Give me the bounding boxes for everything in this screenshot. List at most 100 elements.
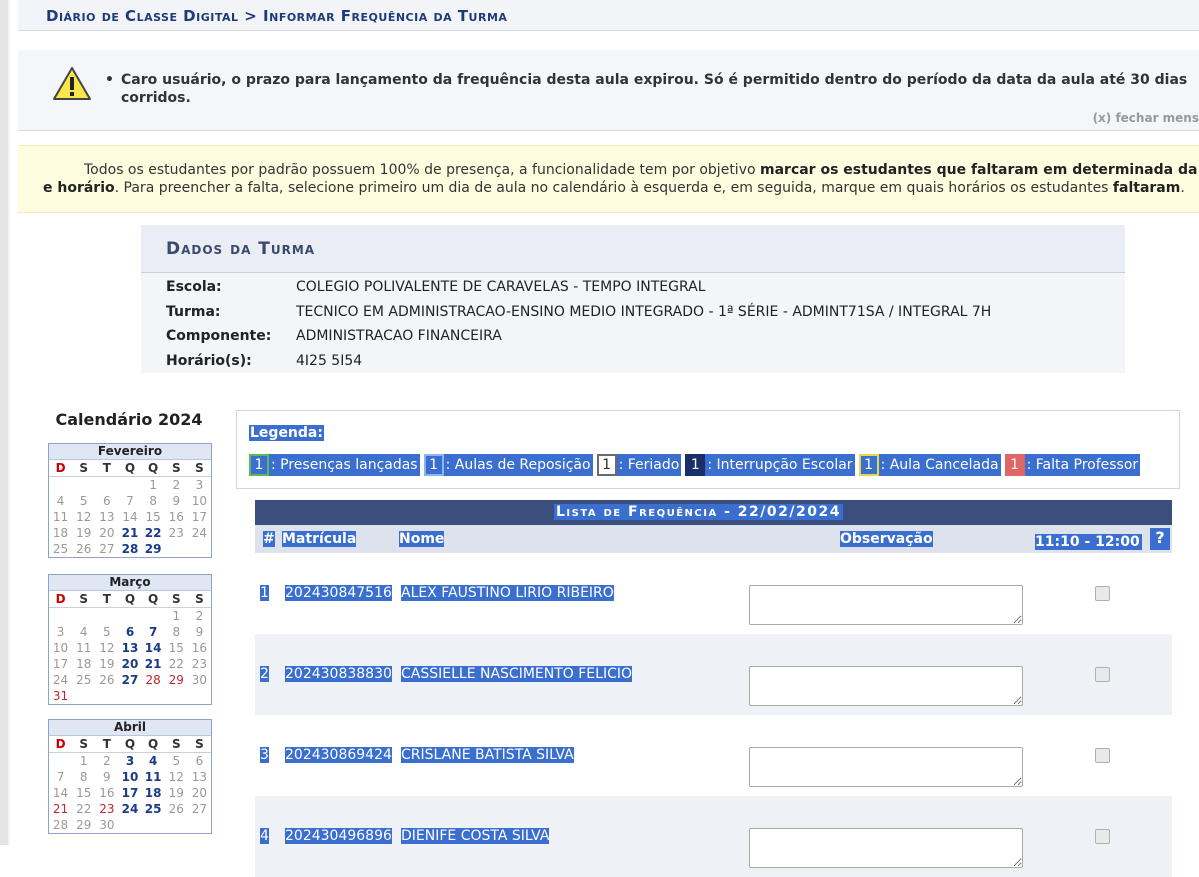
calendar-day: 16: [191, 641, 208, 655]
calendar-day[interactable]: 18: [142, 785, 165, 801]
calendar-day[interactable]: 21: [142, 656, 165, 672]
close-message-link[interactable]: (x) fechar mens: [1093, 111, 1199, 125]
table-row: 3 202430869424 CRISLANE BATISTA SILVA: [255, 715, 1172, 796]
absence-checkbox[interactable]: [1095, 586, 1110, 601]
observation-input[interactable]: [749, 747, 1023, 787]
col-registration: Matrícula: [282, 531, 357, 547]
observation-input[interactable]: [749, 666, 1023, 706]
calendar-day[interactable]: 17: [118, 785, 141, 801]
calendar-day[interactable]: 29: [142, 541, 165, 557]
info-bold: marcar os estudantes que faltaram em det…: [760, 162, 1198, 178]
calendar-empty-cell: [188, 688, 211, 704]
legend-swatch-feriado: 1: [596, 454, 617, 476]
calendar-day: 25: [52, 542, 69, 556]
calendar-day[interactable]: 24: [118, 801, 141, 817]
absence-checkbox[interactable]: [1095, 667, 1110, 682]
observation-input[interactable]: [749, 828, 1023, 868]
calendar-day: 28: [52, 818, 69, 832]
calendar-day[interactable]: 27: [118, 672, 141, 688]
student-registration: 202430496896: [285, 828, 392, 844]
calendar-empty-cell: [49, 477, 72, 494]
calendar-day: 25: [76, 673, 92, 687]
calendar-day[interactable]: 3: [118, 753, 141, 770]
student-name: ALEX FAUSTINO LIRIO RIBEIRO: [401, 585, 614, 601]
calendar-day[interactable]: 28: [142, 672, 165, 688]
calendar-day[interactable]: 21: [118, 525, 141, 541]
calendar-day: 4: [79, 625, 88, 639]
legend-label: : Aulas de Reposição: [443, 454, 593, 476]
field-label: Horário(s):: [166, 353, 252, 369]
student-registration: 202430869424: [285, 747, 392, 763]
legend-swatch-presencas: 1: [249, 454, 269, 476]
calendar-day[interactable]: 6: [118, 624, 141, 640]
calendar-weekday: S: [187, 591, 211, 608]
calendar-empty-cell: [118, 688, 141, 704]
calendar-day: 22: [168, 657, 184, 671]
calendar-day: 16: [168, 510, 184, 524]
calendar-day: 19: [99, 657, 115, 671]
calendar-day: 8: [79, 770, 88, 784]
calendar-weekday: T: [95, 736, 119, 753]
calendar-day: 26: [168, 802, 184, 816]
absence-checkbox[interactable]: [1095, 748, 1110, 763]
calendar-empty-cell: [118, 477, 141, 494]
col-number: #: [263, 531, 275, 547]
calendar-month-name: Março: [49, 575, 211, 591]
field-label: Turma:: [166, 304, 221, 320]
attendance-column-headers: # Matrícula Nome Observação 11:10 - 12:0…: [255, 525, 1172, 553]
calendar-empty-cell: [72, 477, 95, 494]
calendar-day[interactable]: 29: [165, 672, 188, 688]
breadcrumb: Diário de Classe Digital > Informar Freq…: [18, 0, 1199, 31]
calendar-day[interactable]: 4: [142, 753, 165, 770]
calendar-day: 23: [168, 526, 184, 540]
calendar-day[interactable]: 14: [142, 640, 165, 656]
help-icon[interactable]: ?: [1150, 528, 1170, 550]
calendar-day[interactable]: 31: [49, 688, 72, 704]
observation-input[interactable]: [749, 585, 1023, 625]
calendar-empty-cell: [142, 688, 165, 704]
calendar-day[interactable]: 21: [49, 801, 72, 817]
calendar-day: 10: [191, 494, 208, 508]
calendar-day[interactable]: 11: [142, 769, 165, 785]
calendar-day[interactable]: 13: [118, 640, 141, 656]
calendar-day: 27: [99, 542, 115, 556]
calendar-weekday: D: [49, 460, 73, 477]
calendar-day[interactable]: 7: [142, 624, 165, 640]
calendar-weekday: S: [72, 460, 96, 477]
calendar-day: 14: [122, 510, 138, 524]
calendar-day: 14: [52, 786, 69, 800]
calendar-day[interactable]: 25: [142, 801, 165, 817]
calendar-empty-cell: [165, 541, 188, 557]
calendar-empty-cell: [142, 817, 165, 833]
calendar-day: 11: [76, 641, 92, 655]
legend-label: : Feriado: [616, 454, 682, 476]
class-data-title: Dados da Turma: [166, 239, 316, 259]
student-number: 1: [260, 585, 269, 601]
calendar-day: 6: [103, 494, 111, 508]
student-registration: 202430847516: [285, 585, 392, 601]
class-data-header: Dados da Turma: [141, 225, 1125, 273]
breadcrumb-text: Diário de Classe Digital > Informar Freq…: [46, 7, 508, 25]
calendar-day[interactable]: 10: [118, 769, 141, 785]
calendar-day: 9: [172, 494, 181, 508]
calendar-day[interactable]: 23: [95, 801, 118, 817]
col-observation: Observação: [840, 531, 933, 547]
info-panel: Todos os estudantes por padrão possuem 1…: [18, 145, 1199, 213]
calendar-day: 3: [195, 478, 204, 492]
field-value: ADMINISTRACAO FINANCEIRA: [296, 328, 502, 344]
calendar-day[interactable]: 22: [142, 525, 165, 541]
calendar-day: 24: [52, 673, 69, 687]
calendar-day: 1: [172, 609, 181, 623]
calendar-day[interactable]: 20: [118, 656, 141, 672]
calendar-day: 5: [79, 494, 88, 508]
calendar-day[interactable]: 28: [118, 541, 141, 557]
calendar-day: 29: [76, 818, 92, 832]
calendar-day: 15: [168, 641, 184, 655]
legend-swatch-reposicao: 1: [423, 454, 444, 476]
calendar-day: 5: [172, 754, 181, 768]
absence-checkbox[interactable]: [1095, 829, 1110, 844]
field-value: COLEGIO POLIVALENTE DE CARAVELAS - TEMPO…: [296, 279, 706, 295]
calendar-weekday: S: [164, 591, 188, 608]
calendar-weekday: Q: [141, 591, 165, 608]
calendar-day: 1: [149, 478, 157, 492]
